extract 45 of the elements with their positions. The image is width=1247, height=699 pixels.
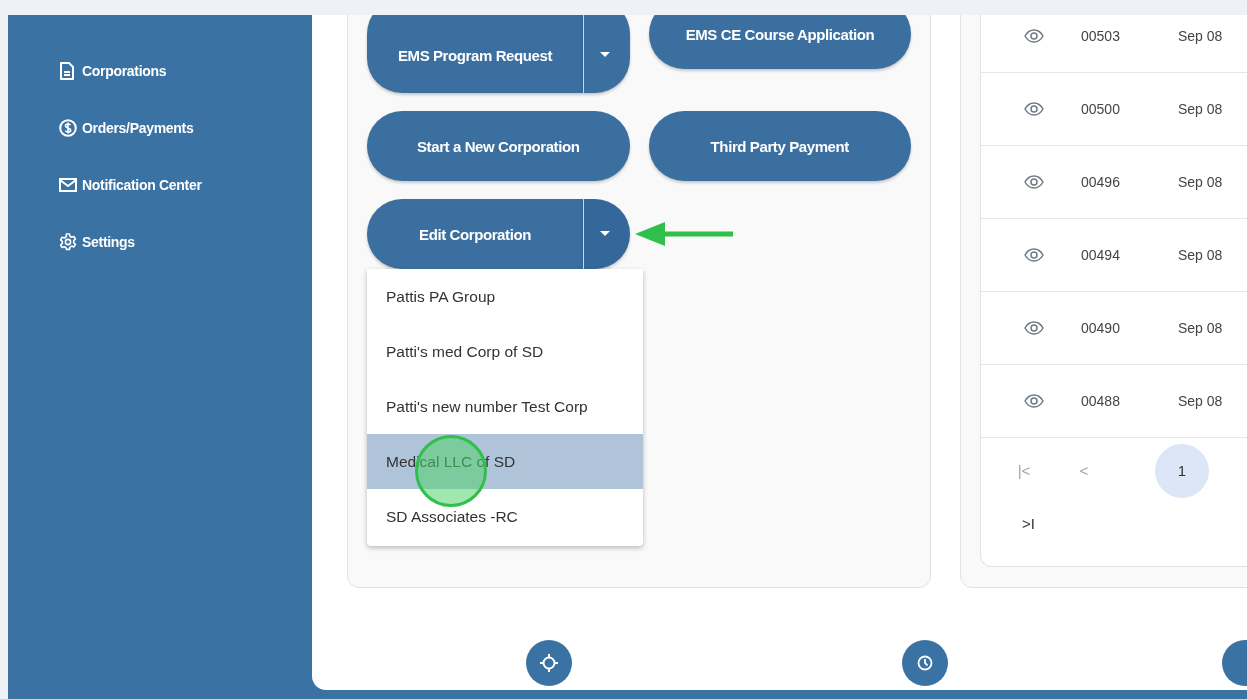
table-cell-text: 00496	[1081, 174, 1121, 190]
action-button[interactable]: Third Party Payment	[648, 111, 911, 181]
eye-icon[interactable]	[1024, 175, 1044, 189]
mail-icon	[59, 177, 77, 192]
eye-icon[interactable]	[1024, 394, 1044, 408]
round-button[interactable]	[526, 640, 572, 686]
sidebar-item[interactable]: Notification Center	[8, 156, 312, 213]
action-button[interactable]: EMS CE Course Application	[649, 15, 911, 69]
table-cell-text: 00500	[1081, 101, 1121, 117]
dropdown-button[interactable]	[583, 199, 630, 269]
table-cell: Sep 08	[1178, 320, 1223, 336]
table-cell: Sep 08	[1178, 101, 1223, 117]
table-cell: Sep 08	[1178, 174, 1223, 190]
page-button[interactable]: 1	[1155, 443, 1209, 498]
table-cell: Sep 08	[1178, 28, 1223, 44]
table-cell: Sep 08	[1178, 393, 1223, 409]
dollar-icon	[59, 118, 77, 137]
caret-icon	[600, 51, 610, 58]
sidebar-item[interactable]: Orders/Payments	[8, 99, 312, 156]
eye-icon[interactable]	[1024, 248, 1044, 262]
dropdown-button[interactable]	[583, 15, 630, 93]
settings-icon	[59, 232, 77, 251]
crosshair-icon	[540, 654, 558, 672]
menu-item[interactable]: Pattis PA Group	[367, 269, 643, 324]
menu-item[interactable]: SD Associates -RC	[367, 489, 643, 544]
sidebar-item[interactable]: Corporations	[8, 42, 312, 99]
eye-icon[interactable]	[1024, 321, 1044, 335]
menu-item[interactable]: Patti's med Corp of SD	[367, 324, 643, 379]
table-cell-text: 00494	[1081, 247, 1121, 263]
last-page-button[interactable]: >I	[1022, 514, 1035, 532]
round-button[interactable]	[902, 640, 948, 686]
sidebar-item[interactable]: Settings	[8, 213, 312, 270]
table-cell-text: 00503	[1081, 28, 1121, 44]
table-cell-text: 00490	[1081, 320, 1121, 336]
table-cell-text: 00488	[1081, 393, 1121, 409]
action-button[interactable]: Edit Corporation	[367, 199, 583, 269]
eye-icon[interactable]	[1024, 29, 1044, 43]
action-button[interactable]: EMS Program Request	[367, 15, 583, 93]
action-button[interactable]: Start a New Corporation	[367, 111, 630, 181]
document-icon	[59, 61, 75, 80]
caret-icon	[600, 231, 610, 237]
eye-icon[interactable]	[1024, 102, 1044, 116]
clock-icon	[917, 655, 933, 671]
table-cell: Sep 08	[1178, 247, 1223, 263]
menu-item[interactable]: Patti's new number Test Corp	[367, 379, 643, 434]
